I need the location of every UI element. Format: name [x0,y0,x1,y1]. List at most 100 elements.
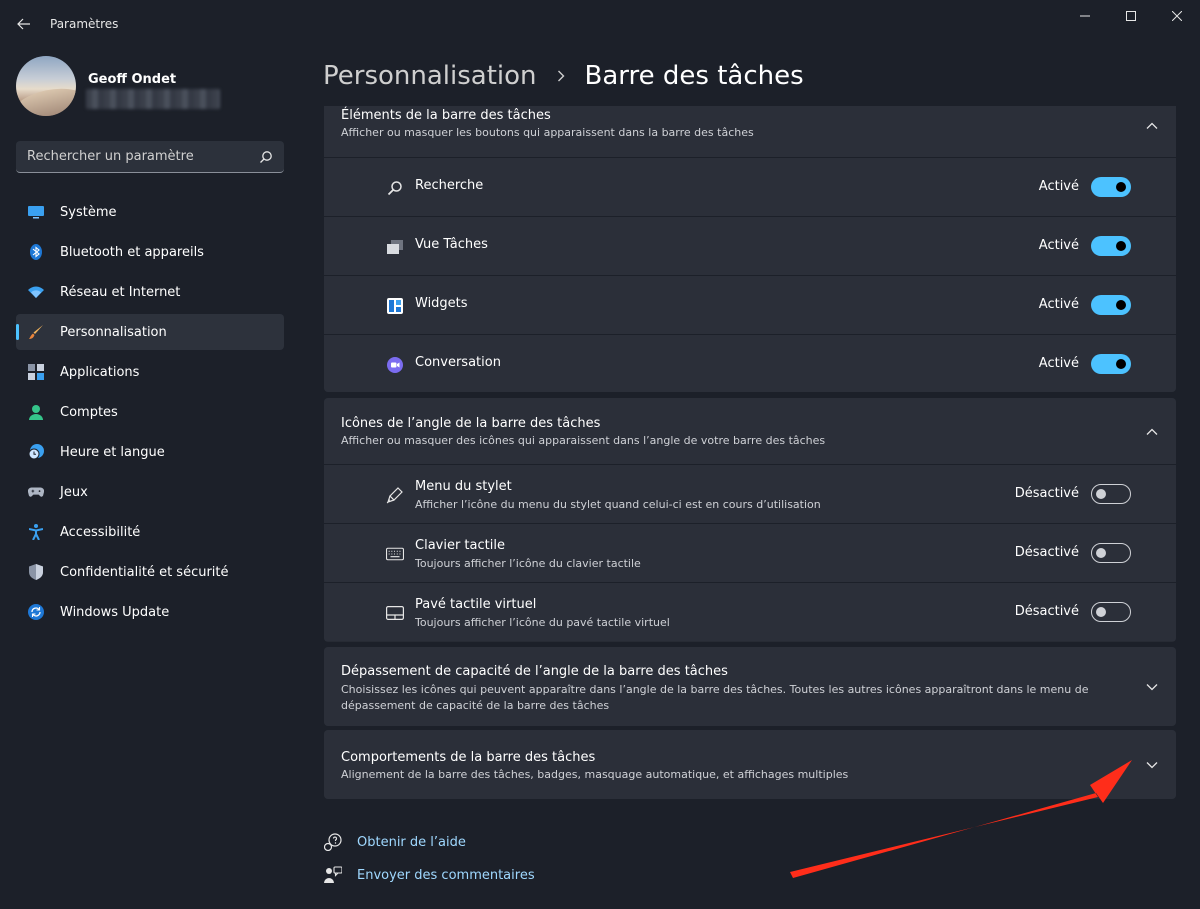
toggle-knob [1116,300,1126,310]
sidebar-item-windows-update[interactable]: Windows Update [16,594,284,630]
chat-toggle[interactable] [1091,354,1131,374]
sidebar-item-gaming[interactable]: Jeux [16,474,284,510]
sidebar-nav: Système Bluetooth et appareils Réseau et… [16,194,284,634]
maximize-icon [1126,11,1136,21]
setting-row-chat: Conversation Activé [324,334,1176,392]
breadcrumb-parent[interactable]: Personnalisation [323,61,537,91]
toggle-state-text: Activé [1038,356,1079,371]
sidebar-item-label: Réseau et Internet [60,284,181,300]
touchpad-icon [386,604,404,622]
toggle-state-text: Activé [1038,179,1079,194]
send-feedback-link[interactable]: Envoyer des commentaires [324,866,535,884]
setting-description: Toujours afficher l’icône du pavé tactil… [415,616,670,629]
sidebar-item-label: Système [60,204,117,220]
sidebar-item-label: Windows Update [60,604,170,620]
close-icon [1172,11,1182,21]
pen-icon [386,486,404,504]
maximize-button[interactable] [1108,0,1154,32]
page-title: Barre des tâches [584,61,804,91]
chevron-down-icon[interactable] [1144,679,1160,695]
brush-icon [28,324,44,340]
search-box[interactable] [16,141,284,173]
close-button[interactable] [1154,0,1200,32]
setting-label: Clavier tactile [415,538,505,553]
section-title: Dépassement de capacité de l’angle de la… [341,664,728,679]
sidebar-item-accounts[interactable]: Comptes [16,394,284,430]
section-subtitle: Afficher ou masquer les boutons qui appa… [341,126,754,139]
annotation-arrow [790,760,1132,878]
search-icon[interactable] [258,149,274,165]
section-title: Comportements de la barre des tâches [341,750,596,765]
apps-icon [28,364,44,380]
setting-row-task-view: Vue Tâches Activé [324,216,1176,275]
sidebar-item-personalization[interactable]: Personnalisation [16,314,284,350]
task-view-icon [386,238,404,256]
setting-description: Toujours afficher l’icône du clavier tac… [415,557,641,570]
setting-label: Vue Tâches [415,237,488,252]
sidebar-item-bluetooth[interactable]: Bluetooth et appareils [16,234,284,270]
back-arrow-icon [17,18,30,30]
search-input[interactable] [16,141,256,172]
chevron-up-icon[interactable] [1144,118,1160,134]
widgets-toggle[interactable] [1091,295,1131,315]
task-view-toggle[interactable] [1091,236,1131,256]
toggle-knob [1116,182,1126,192]
toggle-knob [1096,489,1106,499]
pen-menu-toggle[interactable] [1091,484,1131,504]
touch-keyboard-toggle[interactable] [1091,543,1131,563]
toggle-knob [1096,607,1106,617]
sidebar-item-network[interactable]: Réseau et Internet [16,274,284,310]
virtual-touchpad-toggle[interactable] [1091,602,1131,622]
section-subtitle: Alignement de la barre des tâches, badge… [341,768,849,781]
setting-row-touch-keyboard: Clavier tactile Toujours afficher l’icôn… [324,523,1176,582]
account-icon [28,404,44,420]
get-help-link[interactable]: Obtenir de l’aide [324,833,466,851]
sidebar-item-time-language[interactable]: Heure et langue [16,434,284,470]
minimize-button[interactable] [1062,0,1108,32]
send-feedback-label: Envoyer des commentaires [357,867,535,883]
help-icon [324,833,342,851]
setting-row-search: Recherche Activé [324,157,1176,216]
setting-row-pen-menu: Menu du stylet Afficher l’icône du menu … [324,464,1176,523]
breadcrumb: Personnalisation Barre des tâches [323,58,804,94]
widgets-icon [386,297,404,315]
sidebar-item-label: Applications [60,364,140,380]
sidebar-item-accessibility[interactable]: Accessibilité [16,514,284,550]
chevron-right-icon [553,68,569,84]
toggle-state-text: Désactivé [1014,604,1079,619]
search-toggle[interactable] [1091,177,1131,197]
taskbar-corner-overflow-card[interactable]: Dépassement de capacité de l’angle de la… [324,647,1176,726]
toggle-state-text: Désactivé [1014,545,1079,560]
toggle-knob [1116,359,1126,369]
toggle-state-text: Activé [1038,238,1079,253]
accessibility-icon [28,524,44,540]
setting-row-virtual-touchpad: Pavé tactile virtuel Toujours afficher l… [324,582,1176,641]
chat-icon [386,356,404,374]
system-icon [28,204,44,220]
section-title: Éléments de la barre des tâches [341,108,551,123]
minimize-icon [1080,15,1090,17]
shield-icon [28,564,44,580]
wifi-icon [28,284,44,300]
setting-label: Menu du stylet [415,479,512,494]
setting-row-widgets: Widgets Activé [324,275,1176,334]
taskbar-items-header[interactable]: Éléments de la barre des tâches Afficher… [324,106,1176,157]
toggle-state-text: Activé [1038,297,1079,312]
chevron-up-icon[interactable] [1144,424,1160,440]
sidebar-item-privacy[interactable]: Confidentialité et sécurité [16,554,284,590]
setting-label: Pavé tactile virtuel [415,597,537,612]
taskbar-corner-overflow-header[interactable]: Dépassement de capacité de l’angle de la… [324,647,1176,726]
sidebar-item-label: Personnalisation [60,324,167,340]
taskbar-corner-icons-header[interactable]: Icônes de l’angle de la barre des tâches… [324,398,1176,464]
back-button[interactable] [10,12,38,36]
get-help-label: Obtenir de l’aide [357,834,466,850]
setting-label: Widgets [415,296,468,311]
sidebar-item-apps[interactable]: Applications [16,354,284,390]
app-title: Paramètres [50,17,119,31]
sidebar-item-label: Heure et langue [60,444,165,460]
sidebar-item-system[interactable]: Système [16,194,284,230]
search-icon [386,179,404,197]
setting-description: Afficher l’icône du menu du stylet quand… [415,498,821,511]
avatar[interactable] [16,56,76,116]
settings-content: Éléments de la barre des tâches Afficher… [324,106,1176,806]
